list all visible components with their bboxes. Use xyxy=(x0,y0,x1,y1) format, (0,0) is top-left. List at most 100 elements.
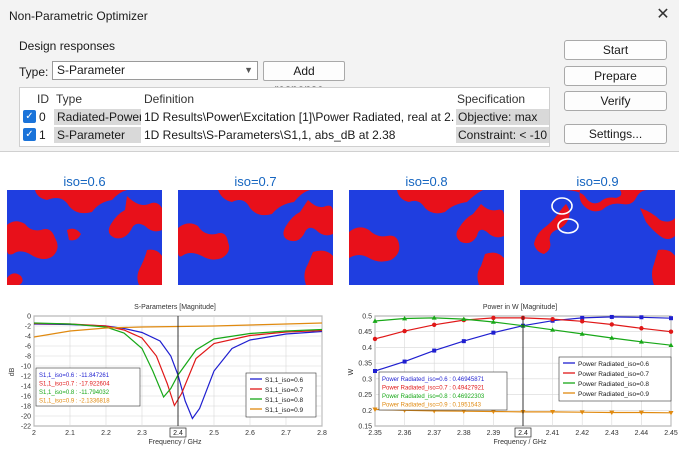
power-chart: Power in W [Magnitude] W Frequency / GHz… xyxy=(348,304,678,446)
y-tick-label: 0.2 xyxy=(362,408,372,415)
row-id: 1 xyxy=(39,128,46,142)
s-parameter-chart: S-Parameters [Magnitude] dB Frequency / … xyxy=(9,304,327,446)
y-axis-label: dB xyxy=(9,367,16,376)
start-button[interactable]: Start xyxy=(564,40,667,60)
row-specification: Constraint: < -10 xyxy=(456,127,549,143)
iso-label: iso=0.8 xyxy=(405,174,448,189)
data-point xyxy=(432,322,437,327)
x-tick-label: 2.44 xyxy=(635,430,649,437)
topology-image-iso-0.8 xyxy=(349,190,504,285)
readout-text: Power Radiated_iso=0.6 : 0.46945871 xyxy=(382,377,485,383)
optimizer-dialog: Non-Parametric Optimizer ✕ Design respon… xyxy=(0,0,679,152)
x-tick-label: 2.2 xyxy=(101,430,111,437)
legend-label: Power Radiated_iso=0.6 xyxy=(578,361,649,368)
data-point xyxy=(639,326,644,331)
readout-text: Power Radiated_iso=0.7 : 0.49427921 xyxy=(382,386,485,392)
legend-label: S1,1_iso=0.8 xyxy=(265,397,304,404)
iso-label: iso=0.6 xyxy=(63,174,106,189)
data-point xyxy=(580,319,585,324)
x-tick-label: 2 xyxy=(32,430,36,437)
y-tick-label: 0.45 xyxy=(358,329,372,336)
y-tick-label: -20 xyxy=(21,414,31,421)
row-checkbox[interactable]: ✓ xyxy=(23,128,36,141)
legend-label: S1,1_iso=0.6 xyxy=(265,377,304,384)
table-row[interactable]: ✓ 1 S-Parameter 1D Results\S-Parameters\… xyxy=(20,126,549,144)
x-tick-label: 2.1 xyxy=(65,430,75,437)
y-tick-label: -22 xyxy=(21,424,31,431)
x-tick-label: 2.5 xyxy=(209,430,219,437)
legend-label: Power Radiated_iso=0.7 xyxy=(578,371,649,378)
topology-image-iso-0.9 xyxy=(520,190,675,285)
data-point xyxy=(609,322,614,327)
y-tick-label: -14 xyxy=(21,384,31,391)
group-title: Design responses xyxy=(19,39,116,53)
x-tick-label: 2.35 xyxy=(368,430,382,437)
data-point xyxy=(372,336,378,342)
data-point xyxy=(461,339,466,344)
column-header-specification[interactable]: Specification xyxy=(457,92,525,106)
marker-label: 2.4 xyxy=(173,430,183,437)
y-tick-label: -2 xyxy=(25,324,31,331)
y-tick-label: 0.3 xyxy=(362,376,372,383)
legend-label: Power Radiated_iso=0.8 xyxy=(578,381,649,388)
x-tick-label: 2.6 xyxy=(245,430,255,437)
row-definition: 1D Results\Power\Excitation [1]\Power Ra… xyxy=(144,110,454,124)
column-header-id[interactable]: ID xyxy=(37,92,49,106)
add-response-button[interactable]: Add response... xyxy=(263,61,345,96)
x-tick-label: 2.41 xyxy=(546,430,560,437)
x-tick-label: 2.3 xyxy=(137,430,147,437)
x-tick-label: 2.45 xyxy=(664,430,678,437)
y-tick-label: 0.15 xyxy=(358,424,372,431)
y-tick-label: 0 xyxy=(27,314,31,321)
y-tick-label: -16 xyxy=(21,394,31,401)
x-tick-label: 2.39 xyxy=(487,430,501,437)
close-icon[interactable]: ✕ xyxy=(651,4,675,26)
row-specification: Objective: max xyxy=(456,109,549,125)
y-axis-label: W xyxy=(348,368,355,375)
x-tick-label: 2.42 xyxy=(575,430,589,437)
y-tick-label: 0.4 xyxy=(362,345,372,352)
window-title: Non-Parametric Optimizer xyxy=(9,9,148,23)
x-tick-label: 2.37 xyxy=(427,430,441,437)
type-select-value: S-Parameter xyxy=(57,63,126,77)
readout-text: S1,1_iso=0.8 : -11.794032 xyxy=(39,390,110,396)
row-id: 0 xyxy=(39,110,46,124)
prepare-button[interactable]: Prepare xyxy=(564,66,667,86)
row-definition: 1D Results\S-Parameters\S1,1, abs_dB at … xyxy=(144,128,396,142)
data-point xyxy=(432,348,437,353)
y-tick-label: -18 xyxy=(21,404,31,411)
legend-label: S1,1_iso=0.7 xyxy=(265,387,304,394)
y-tick-label: 0.35 xyxy=(358,361,372,368)
data-point xyxy=(373,369,377,373)
type-label: Type: xyxy=(19,65,49,79)
data-point xyxy=(609,314,614,319)
marker-label: 2.4 xyxy=(518,430,528,437)
y-tick-label: 0.5 xyxy=(362,314,372,321)
row-type: S-Parameter xyxy=(54,127,141,143)
iso-label: iso=0.7 xyxy=(234,174,277,189)
column-header-type[interactable]: Type xyxy=(56,92,82,106)
legend-label: Power Radiated_iso=0.9 xyxy=(578,391,649,398)
chart-title: Power in W [Magnitude] xyxy=(483,304,557,311)
column-header-definition[interactable]: Definition xyxy=(144,92,194,106)
data-point xyxy=(668,329,674,334)
table-row[interactable]: ✓ 0 Radiated-Power 1D Results\Power\Exci… xyxy=(20,108,549,126)
iso-label: iso=0.9 xyxy=(576,174,619,189)
x-tick-label: 2.7 xyxy=(281,430,291,437)
type-select[interactable]: S-Parameter ▼ xyxy=(52,61,258,80)
row-checkbox[interactable]: ✓ xyxy=(23,110,36,123)
y-tick-label: -10 xyxy=(21,364,31,371)
topology-image-iso-0.6 xyxy=(7,190,162,285)
readout-text: S1,1_iso=0.7 : -17.922604 xyxy=(39,382,110,388)
data-point xyxy=(639,315,644,320)
y-tick-label: -4 xyxy=(25,334,31,341)
readout-text: S1,1_iso=0.6 : -11.847261 xyxy=(39,373,110,379)
x-axis-label: Frequency / GHz xyxy=(149,439,202,446)
x-tick-label: 2.38 xyxy=(457,430,471,437)
settings-button[interactable]: Settings... xyxy=(564,124,667,144)
verify-button[interactable]: Verify xyxy=(564,91,667,111)
data-point xyxy=(402,328,407,334)
row-type: Radiated-Power xyxy=(54,109,141,125)
data-point xyxy=(550,316,555,322)
x-tick-label: 2.36 xyxy=(398,430,412,437)
